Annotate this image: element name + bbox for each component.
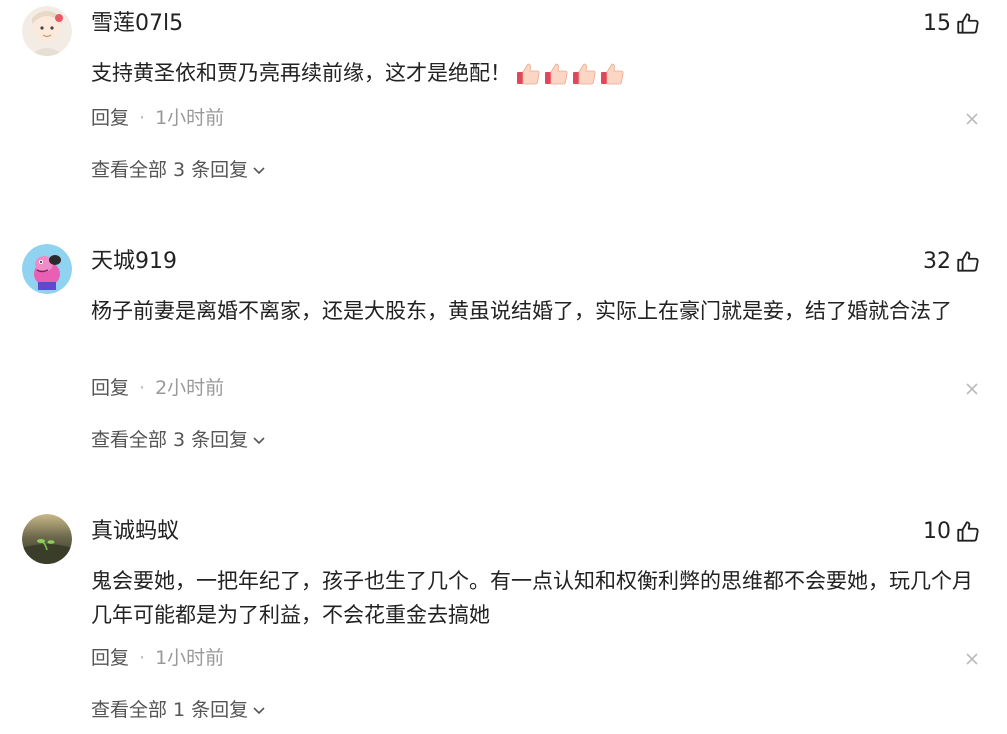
view-all-replies-button[interactable]: 查看全部 3 条回复 bbox=[91, 428, 267, 452]
comment-meta: 回复 · 2小时前 bbox=[91, 376, 224, 400]
thumbs-up-icon bbox=[957, 13, 979, 34]
meta-separator: · bbox=[139, 647, 146, 669]
like-button[interactable]: 10 bbox=[923, 518, 981, 546]
chevron-down-icon bbox=[253, 167, 265, 175]
thumbs-up-emoji-icon bbox=[601, 63, 624, 85]
view-all-label: 查看全部 3 条回复 bbox=[91, 159, 249, 181]
close-icon[interactable] bbox=[965, 112, 979, 126]
comment-time: 1小时前 bbox=[155, 647, 225, 669]
like-count: 10 bbox=[923, 519, 951, 544]
like-count: 15 bbox=[923, 11, 951, 36]
comment-meta: 回复 · 1小时前 bbox=[91, 106, 224, 130]
comment-text: 鬼会要她，一把年纪了，孩子也生了几个。有一点认知和权衡利弊的思维都不会要她，玩几… bbox=[91, 569, 973, 627]
thumbs-up-icon bbox=[957, 251, 979, 272]
comment-text: 支持黄圣依和贾乃亮再续前缘，这才是绝配！ bbox=[91, 56, 991, 90]
chevron-down-icon bbox=[253, 707, 265, 715]
username[interactable]: 天城919 bbox=[91, 248, 177, 276]
username[interactable]: 雪莲07l5 bbox=[91, 10, 183, 38]
meta-separator: · bbox=[139, 107, 146, 129]
like-count: 32 bbox=[923, 249, 951, 274]
view-all-label: 查看全部 1 条回复 bbox=[91, 699, 249, 721]
username[interactable]: 真诚蚂蚁 bbox=[91, 518, 179, 546]
comment-time: 2小时前 bbox=[155, 377, 225, 399]
reply-button[interactable]: 回复 bbox=[91, 376, 129, 400]
view-all-label: 查看全部 3 条回复 bbox=[91, 429, 249, 451]
comment-time: 1小时前 bbox=[155, 107, 225, 129]
meta-separator: · bbox=[139, 377, 146, 399]
like-button[interactable]: 15 bbox=[923, 10, 981, 38]
user-avatar[interactable] bbox=[22, 244, 72, 294]
like-button[interactable]: 32 bbox=[923, 248, 981, 276]
view-all-replies-button[interactable]: 查看全部 3 条回复 bbox=[91, 158, 267, 182]
thumbs-up-icon bbox=[957, 521, 979, 542]
emoji-group bbox=[515, 61, 625, 87]
user-avatar[interactable] bbox=[22, 6, 72, 56]
thumbs-up-emoji-icon bbox=[517, 63, 540, 85]
user-avatar[interactable] bbox=[22, 514, 72, 564]
close-icon[interactable] bbox=[965, 652, 979, 666]
reply-button[interactable]: 回复 bbox=[91, 106, 129, 130]
thumbs-up-emoji-icon bbox=[545, 63, 568, 85]
thumbs-up-emoji-icon bbox=[573, 63, 596, 85]
comment-text: 杨子前妻是离婚不离家，还是大股东，黄虽说结婚了，实际上在豪门就是妾，结了婚就合法… bbox=[91, 299, 952, 323]
close-icon[interactable] bbox=[965, 382, 979, 396]
comment-meta: 回复 · 1小时前 bbox=[91, 646, 224, 670]
chevron-down-icon bbox=[253, 437, 265, 445]
reply-button[interactable]: 回复 bbox=[91, 646, 129, 670]
view-all-replies-button[interactable]: 查看全部 1 条回复 bbox=[91, 698, 267, 722]
comment-body: 支持黄圣依和贾乃亮再续前缘，这才是绝配！ bbox=[91, 61, 511, 85]
